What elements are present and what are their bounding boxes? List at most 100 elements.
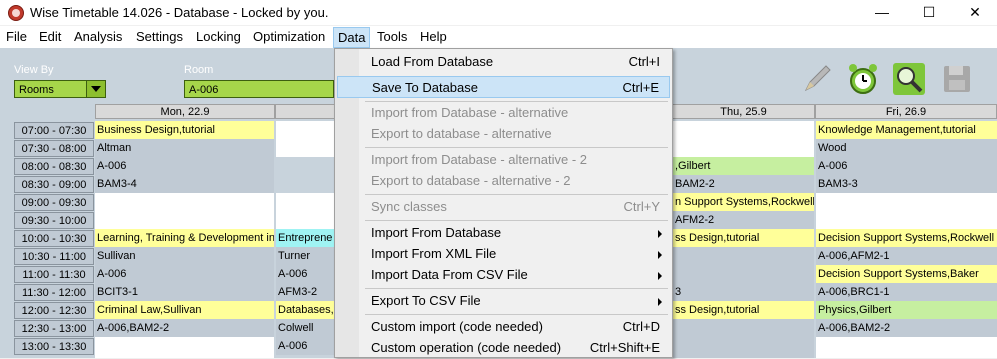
lesson-cell[interactable]: Learning, Training & Development in <box>95 229 274 247</box>
time-slot: 08:00 - 08:30 <box>14 158 94 175</box>
menu-item-import-alt-2[interactable]: Import from Database - alternative - 2 <box>337 149 670 171</box>
lesson-cell[interactable]: A-006 <box>95 265 274 283</box>
empty-cell[interactable] <box>276 193 334 229</box>
lesson-cell[interactable]: Criminal Law,Sullivan <box>95 301 274 319</box>
lesson-cell[interactable]: Wood <box>816 139 997 157</box>
lesson-cell[interactable]: ss Design,tutorial <box>673 229 814 247</box>
lesson-cell[interactable]: Sullivan <box>95 247 274 265</box>
lesson-cell[interactable]: BAM2-2 <box>673 175 814 193</box>
app-icon[interactable] <box>8 5 24 21</box>
room-select[interactable]: A-006 <box>184 80 334 98</box>
menu-file[interactable]: File <box>6 29 27 44</box>
menu-item-export-csv[interactable]: Export To CSV File <box>337 290 670 312</box>
lesson-cell[interactable]: n Support Systems,Rockwell <box>673 193 814 211</box>
lesson-cell[interactable]: BAM3-3 <box>816 175 997 193</box>
menu-item-export-alt[interactable]: Export to database - alternative <box>337 123 670 145</box>
alarm-clock-icon[interactable] <box>846 62 880 96</box>
menu-item-label: Custom operation (code needed) <box>371 340 562 355</box>
lesson-cell[interactable]: BAM3-4 <box>95 175 274 193</box>
lesson-cell[interactable]: Knowledge Management,tutorial <box>816 121 997 139</box>
menu-locking[interactable]: Locking <box>196 29 241 44</box>
lesson-cell[interactable]: A-006,BAM2-2 <box>816 319 997 337</box>
empty-cell[interactable] <box>95 193 274 229</box>
lesson-cell[interactable]: Business Design,tutorial <box>95 121 274 139</box>
lesson-cell[interactable]: AFM3-2 <box>276 283 334 301</box>
lesson-cell[interactable]: AFM2-2 <box>673 211 814 229</box>
submenu-arrow-icon <box>658 251 662 259</box>
chevron-down-icon[interactable] <box>86 81 105 97</box>
column-header-thu: Thu, 25.9 <box>672 104 815 119</box>
time-slot: 11:00 - 11:30 <box>14 266 94 283</box>
menu-tools[interactable]: Tools <box>377 29 407 44</box>
close-button[interactable]: ✕ <box>952 0 997 25</box>
lesson-cell[interactable]: A-006,BAM2-2 <box>95 319 274 337</box>
menu-item-label: Import Data From CSV File <box>371 267 528 282</box>
menu-item-custom-operation[interactable]: Custom operation (code needed) Ctrl+Shif… <box>337 337 670 359</box>
menu-optimization[interactable]: Optimization <box>253 29 325 44</box>
time-slot: 12:00 - 12:30 <box>14 302 94 319</box>
menu-settings[interactable]: Settings <box>136 29 183 44</box>
lesson-cell[interactable]: Decision Support Systems,Rockwell <box>816 229 997 247</box>
menu-separator <box>365 194 668 195</box>
column-header-tue <box>275 104 335 119</box>
lesson-cell[interactable]: A-006,BRC1-1 <box>816 283 997 301</box>
menu-item-save-to-database[interactable]: Save To Database Ctrl+E <box>337 76 670 98</box>
menu-analysis[interactable]: Analysis <box>74 29 122 44</box>
window-title: Wise Timetable 14.026 - Database - Locke… <box>30 5 329 20</box>
lesson-cell[interactable]: ss Design,tutorial <box>673 301 814 319</box>
empty-cell[interactable] <box>673 121 814 157</box>
menu-separator <box>365 314 668 315</box>
menu-separator <box>365 220 668 221</box>
lesson-cell[interactable]: A-006 <box>816 157 997 175</box>
menu-edit[interactable]: Edit <box>39 29 61 44</box>
lesson-cell[interactable]: Colwell <box>276 319 334 337</box>
menu-item-label: Export to database - alternative <box>371 126 552 141</box>
lesson-cell[interactable]: Turner <box>276 247 334 265</box>
lesson-cell[interactable]: A-006 <box>276 337 334 355</box>
time-slot: 11:30 - 12:00 <box>14 284 94 301</box>
empty-cell[interactable] <box>816 337 997 358</box>
empty-cell[interactable] <box>816 193 997 229</box>
pencil-icon[interactable] <box>800 62 834 96</box>
menu-item-import-from-database[interactable]: Import From Database <box>337 222 670 244</box>
menu-item-import-xml[interactable]: Import From XML File <box>337 243 670 265</box>
lesson-cell[interactable]: Decision Support Systems,Baker <box>816 265 997 283</box>
lesson-cell[interactable]: Entreprene <box>276 229 334 247</box>
menu-separator <box>365 288 668 289</box>
lesson-cell[interactable]: ,Gilbert <box>673 157 814 175</box>
lesson-cell[interactable]: A-006 <box>95 157 274 175</box>
empty-cell[interactable] <box>276 121 334 157</box>
data-menu-dropdown: Load From Database Ctrl+I Save To Databa… <box>334 48 673 358</box>
menu-item-label: Import From XML File <box>371 246 497 261</box>
time-slot: 10:30 - 11:00 <box>14 248 94 265</box>
lesson-cell[interactable]: A-006 <box>276 265 334 283</box>
menu-item-sync-classes[interactable]: Sync classes Ctrl+Y <box>337 196 670 218</box>
empty-cell[interactable] <box>95 337 274 358</box>
menu-item-import-alt[interactable]: Import from Database - alternative <box>337 102 670 124</box>
lesson-cell[interactable]: Physics,Gilbert <box>816 301 997 319</box>
submenu-arrow-icon <box>658 230 662 238</box>
time-slot: 07:30 - 08:00 <box>14 140 94 157</box>
menu-item-label: Import from Database - alternative <box>371 105 569 120</box>
maximize-button[interactable]: ☐ <box>906 0 952 25</box>
menu-item-import-csv[interactable]: Import Data From CSV File <box>337 264 670 286</box>
time-slot: 13:00 - 13:30 <box>14 338 94 355</box>
view-by-select[interactable]: Rooms <box>14 80 106 98</box>
menu-item-label: Import from Database - alternative - 2 <box>371 152 588 167</box>
lesson-cell[interactable]: Altman <box>95 139 274 157</box>
lesson-cell[interactable]: A-006,AFM2-1 <box>816 247 997 265</box>
menu-item-custom-import[interactable]: Custom import (code needed) Ctrl+D <box>337 316 670 338</box>
menu-data[interactable]: Data <box>333 27 371 48</box>
lesson-cell[interactable]: BCIT3-1 <box>95 283 274 301</box>
menu-item-label: Export to database - alternative - 2 <box>371 173 571 188</box>
minimize-button[interactable]: — <box>859 0 905 25</box>
menu-help[interactable]: Help <box>420 29 447 44</box>
lesson-cell[interactable] <box>673 319 814 358</box>
floppy-icon[interactable] <box>940 62 974 96</box>
menu-item-load-from-database[interactable]: Load From Database Ctrl+I <box>337 51 670 73</box>
lesson-cell[interactable]: Databases, <box>276 301 334 319</box>
menu-item-export-alt-2[interactable]: Export to database - alternative - 2 <box>337 170 670 192</box>
menu-item-shortcut: Ctrl+E <box>622 80 659 95</box>
magnifier-icon[interactable] <box>892 62 926 96</box>
lesson-cell[interactable]: 3 <box>673 247 814 301</box>
